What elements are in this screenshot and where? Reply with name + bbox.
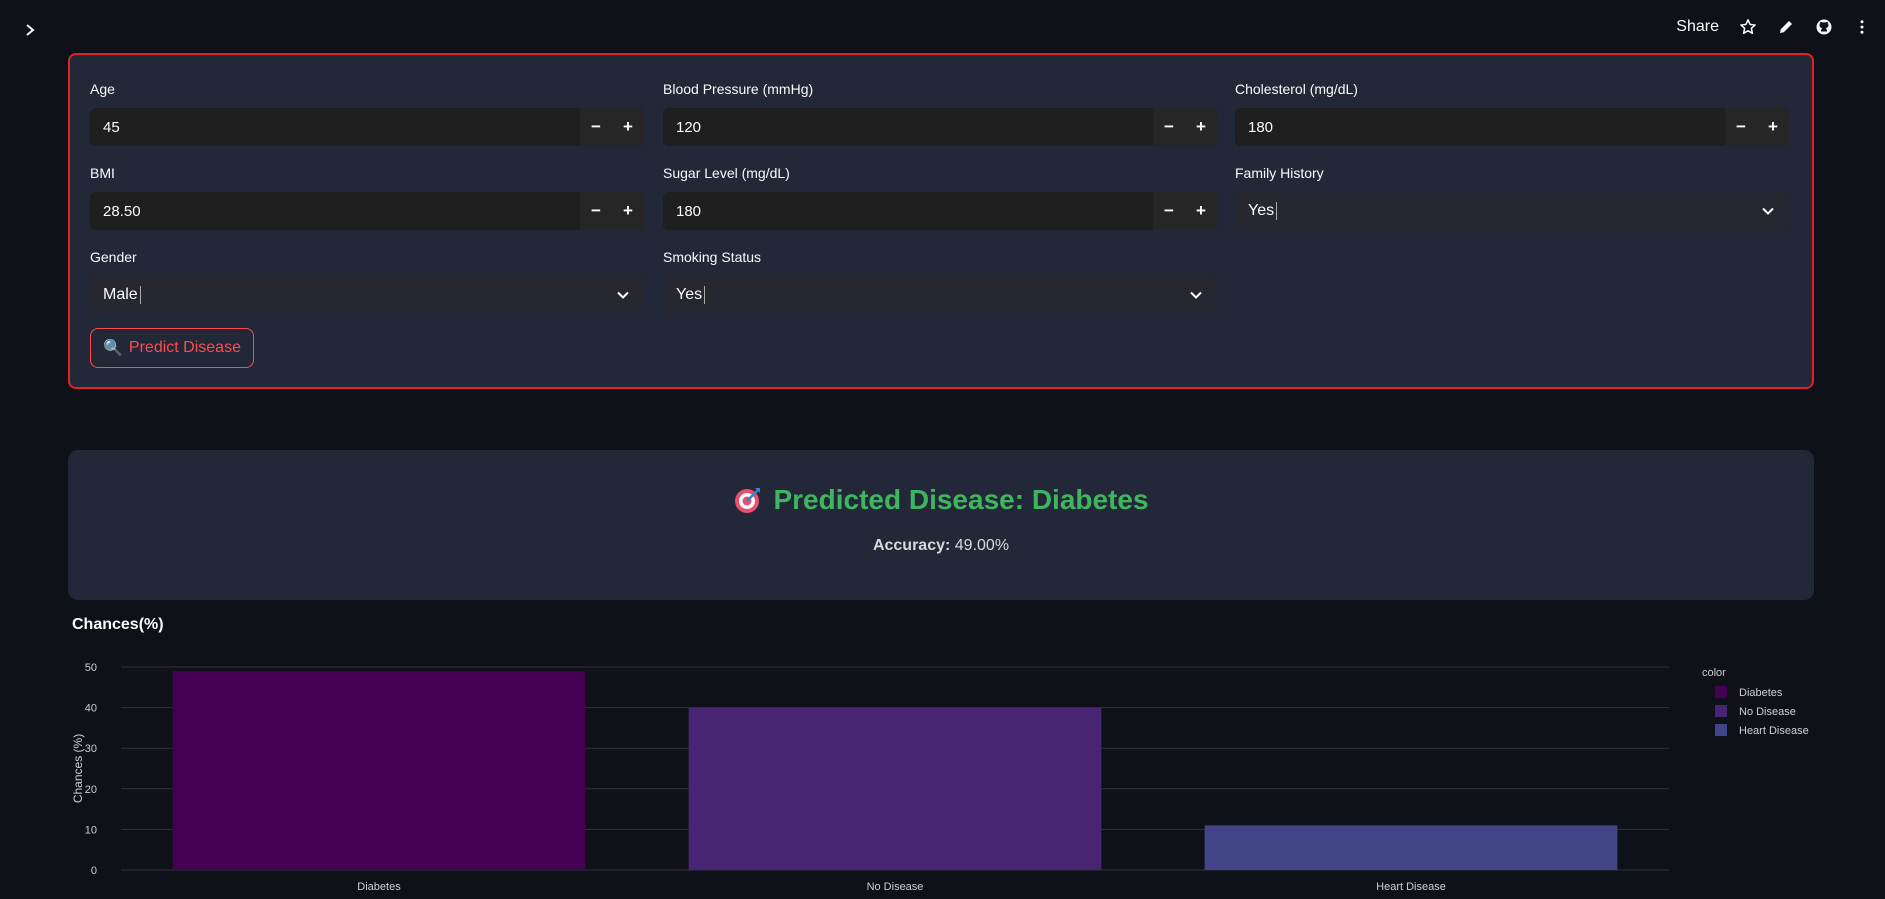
sugar-level-number-input: 180 − +	[663, 192, 1217, 230]
cholesterol-decrement-button[interactable]: −	[1725, 108, 1757, 146]
smoking-status-field: Smoking Status Yes	[663, 247, 1217, 314]
predicted-disease-text: Predicted Disease: Diabetes	[773, 484, 1149, 515]
gender-value: Male	[103, 286, 138, 304]
blood-pressure-number-input: 120 − +	[663, 108, 1217, 146]
bmi-label: BMI	[90, 165, 115, 181]
age-label: Age	[90, 81, 115, 97]
age-decrement-button[interactable]: −	[580, 108, 612, 146]
accuracy-label: Accuracy:	[872, 537, 951, 554]
chevron-right-icon	[26, 24, 35, 36]
chevron-down-icon	[617, 291, 629, 299]
result-heading: Predicted Disease: Diabetes	[68, 484, 1814, 516]
y-tick-label: 0	[91, 865, 97, 877]
top-toolbar: Share	[0, 0, 1885, 54]
smoking-status-value: Yes	[676, 286, 703, 304]
accuracy-value: 49.00%	[954, 537, 1010, 554]
share-button[interactable]: Share	[1676, 18, 1719, 36]
legend-title: color	[1702, 667, 1726, 679]
main-menu-button[interactable]	[1853, 18, 1871, 36]
bmi-field: BMI 28.50 − +	[90, 163, 644, 230]
predict-disease-button[interactable]: 🔍 Predict Disease	[90, 328, 254, 368]
bmi-number-input: 28.50 − +	[90, 192, 644, 230]
prediction-result-card: Predicted Disease: Diabetes Accuracy: 49…	[68, 450, 1814, 600]
family-history-field: Family History Yes	[1235, 163, 1789, 230]
cholesterol-input[interactable]: 180	[1235, 108, 1725, 146]
blood-pressure-field: Blood Pressure (mmHg) 120 − +	[663, 79, 1217, 146]
edit-button[interactable]	[1777, 18, 1795, 36]
chances-bar-chart: 0 10 20 30 40 50 Chances (%) Diabetes No Disease…	[71, 662, 1809, 893]
cholesterol-field: Cholesterol (mg/dL) 180 − +	[1235, 79, 1789, 146]
legend-swatch	[1715, 724, 1727, 736]
blood-pressure-decrement-button[interactable]: −	[1153, 108, 1185, 146]
bmi-decrement-button[interactable]: −	[580, 192, 612, 230]
y-tick-label: 20	[85, 784, 97, 796]
target-icon	[735, 488, 761, 513]
blood-pressure-increment-button[interactable]: +	[1185, 108, 1217, 146]
smoking-status-select[interactable]: Yes	[663, 276, 1217, 314]
legend-entry: Diabetes	[1739, 687, 1783, 699]
legend-swatch	[1715, 705, 1727, 717]
age-field: Age 45 − +	[90, 79, 644, 146]
predict-disease-label: Predict Disease	[128, 339, 241, 356]
chart-title: Chances(%)	[72, 616, 164, 633]
legend-entry: No Disease	[1739, 706, 1796, 718]
sugar-level-label: Sugar Level (mg/dL)	[663, 165, 790, 181]
star-icon	[1740, 19, 1756, 35]
github-icon	[1816, 19, 1832, 35]
family-history-value: Yes	[1248, 202, 1275, 220]
gender-label: Gender	[90, 249, 137, 265]
bar-heart-disease	[1204, 825, 1618, 870]
x-tick-label: Heart Disease	[1376, 881, 1446, 893]
top-actions: Share	[1676, 14, 1871, 40]
chevron-down-icon	[1762, 207, 1774, 215]
family-history-label: Family History	[1235, 165, 1324, 181]
bar-diabetes	[172, 671, 586, 870]
legend-swatch	[1715, 686, 1727, 698]
sugar-level-decrement-button[interactable]: −	[1153, 192, 1185, 230]
y-axis-label: Chances (%)	[71, 734, 85, 803]
age-input[interactable]: 45	[90, 108, 580, 146]
sidebar-expand-button[interactable]	[18, 18, 42, 42]
smoking-status-label: Smoking Status	[663, 249, 762, 265]
magnifier-icon: 🔍	[103, 340, 123, 357]
cholesterol-number-input: 180 − +	[1235, 108, 1789, 146]
more-vertical-icon	[1860, 20, 1864, 34]
github-button[interactable]	[1815, 18, 1833, 36]
pencil-icon	[1780, 21, 1792, 33]
chevron-down-icon	[1190, 291, 1202, 299]
cholesterol-label: Cholesterol (mg/dL)	[1235, 81, 1358, 97]
x-tick-label: Diabetes	[357, 881, 401, 893]
age-increment-button[interactable]: +	[612, 108, 644, 146]
y-tick-label: 30	[85, 743, 97, 755]
y-tick-label: 50	[85, 662, 97, 674]
legend-entry: Heart Disease	[1739, 725, 1809, 737]
accuracy-line: Accuracy: 49.00%	[68, 537, 1814, 555]
age-number-input: 45 − +	[90, 108, 644, 146]
x-tick-label: No Disease	[867, 881, 924, 893]
prediction-form: Age 45 − + Blood Pressure (mmHg) 120 − +…	[68, 53, 1814, 389]
bmi-increment-button[interactable]: +	[612, 192, 644, 230]
gender-select[interactable]: Male	[90, 276, 644, 314]
bmi-input[interactable]: 28.50	[90, 192, 580, 230]
bar-no-disease	[688, 707, 1102, 870]
gender-field: Gender Male	[90, 247, 644, 314]
star-button[interactable]	[1739, 18, 1757, 36]
cholesterol-increment-button[interactable]: +	[1757, 108, 1789, 146]
family-history-select[interactable]: Yes	[1235, 192, 1789, 230]
sugar-level-increment-button[interactable]: +	[1185, 192, 1217, 230]
y-tick-label: 10	[85, 824, 97, 836]
sugar-level-field: Sugar Level (mg/dL) 180 − +	[663, 163, 1217, 230]
blood-pressure-input[interactable]: 120	[663, 108, 1153, 146]
y-tick-label: 40	[85, 703, 97, 715]
blood-pressure-label: Blood Pressure (mmHg)	[663, 81, 814, 97]
sugar-level-input[interactable]: 180	[663, 192, 1153, 230]
